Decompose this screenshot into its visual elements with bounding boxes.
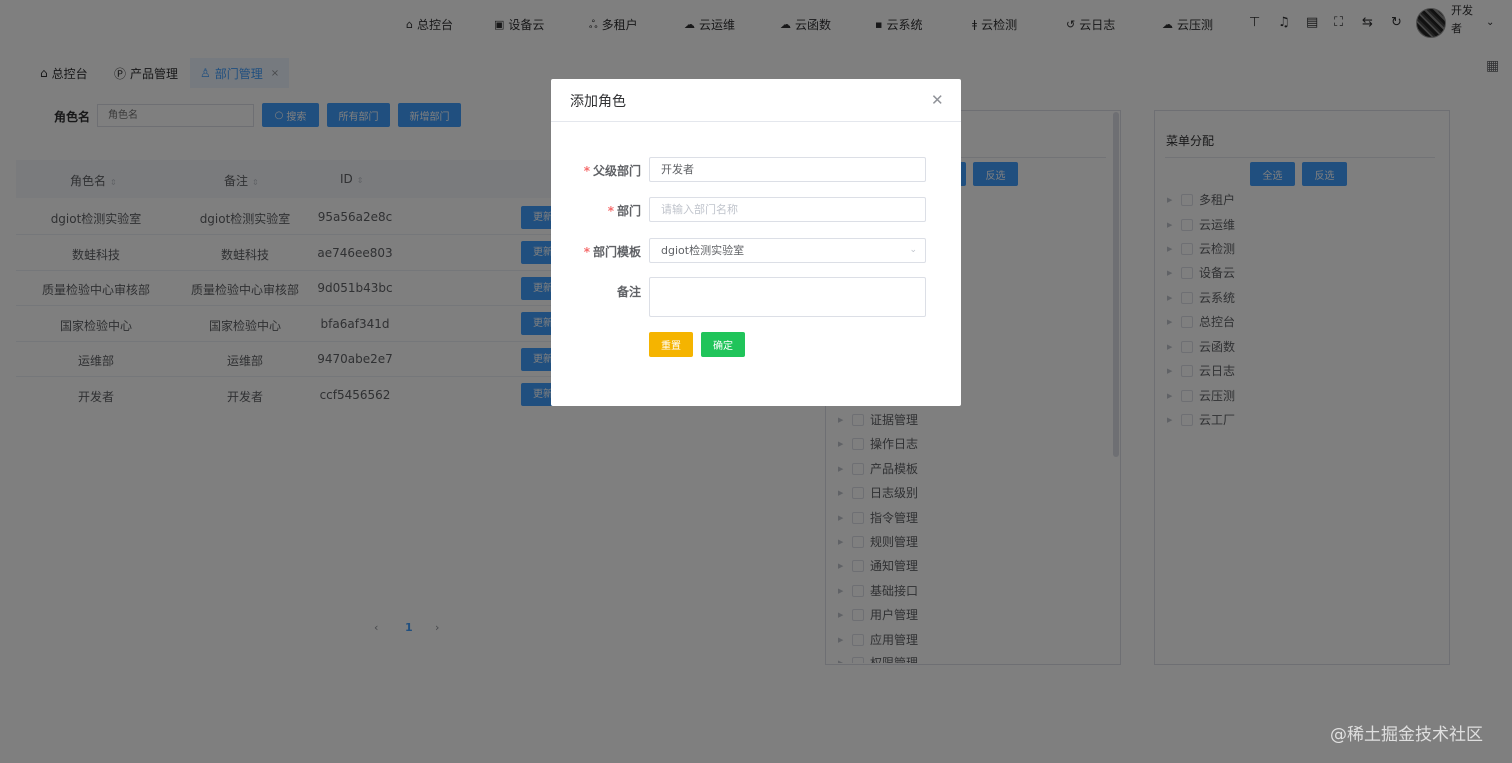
required-mark: * [607, 204, 614, 218]
add-role-dialog: 添加角色 ✕ * 父级部门 开发者 * 部门 请输入部门名称 * 部门模板 dgiot… [551, 79, 961, 406]
close-icon[interactable]: ✕ [931, 91, 944, 109]
parent-dept-input[interactable]: 开发者 [649, 157, 926, 182]
required-mark: * [583, 245, 590, 259]
dept-template-select[interactable]: dgiot检测实验室 ⌄ [649, 238, 926, 263]
parent-dept-label: * 父级部门 [583, 164, 641, 178]
dept-name-input[interactable]: 请输入部门名称 [649, 197, 926, 222]
dialog-title: 添加角色 [570, 94, 626, 110]
watermark: @稀土掘金技术社区 [1330, 725, 1483, 745]
chevron-down-icon: ⌄ [909, 245, 917, 255]
dialog-divider [551, 121, 961, 122]
dept-template-label: * 部门模板 [583, 245, 641, 259]
reset-button[interactable]: 重置 [649, 332, 693, 357]
remark-textarea[interactable] [649, 277, 926, 317]
remark-label: 备注 [616, 285, 641, 299]
dept-label: * 部门 [607, 204, 641, 218]
confirm-button[interactable]: 确定 [701, 332, 745, 357]
required-mark: * [583, 164, 590, 178]
